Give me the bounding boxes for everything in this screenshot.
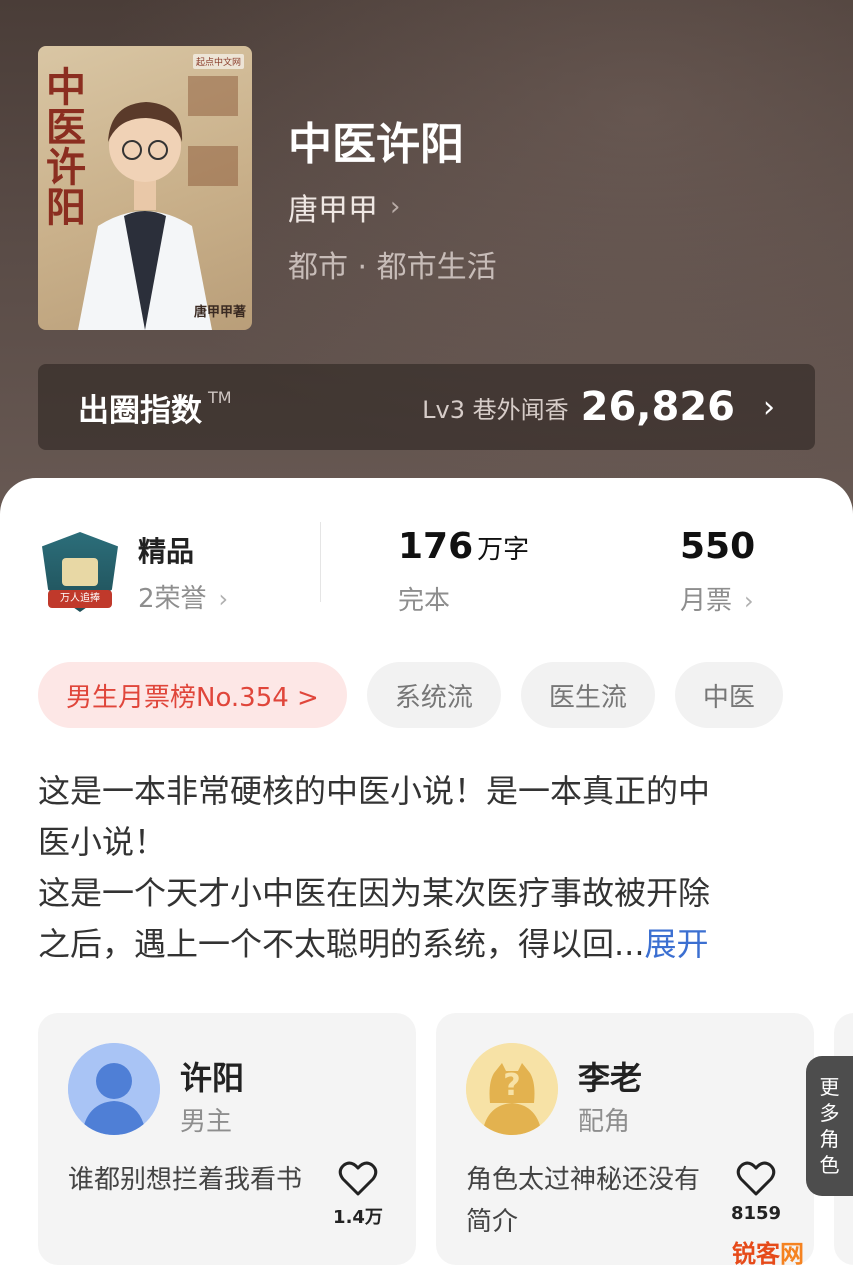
index-score: 26,826 bbox=[580, 384, 735, 430]
genre-text: 都市 · 都市生活 bbox=[288, 250, 497, 285]
person-silhouette-icon bbox=[68, 1043, 160, 1135]
synopsis-line: 这是一本非常硬核的中医小说！是一本真正的中 bbox=[38, 772, 711, 810]
chevron-right-icon: › bbox=[218, 585, 229, 613]
rank-tag[interactable]: 男生月票榜No.354 > bbox=[38, 662, 347, 728]
chevron-right-icon: › bbox=[763, 389, 775, 425]
index-right: Lv3 巷外闻香 26,826 › bbox=[422, 384, 775, 430]
tag-item[interactable]: 医生流 bbox=[520, 662, 655, 728]
more-roles-button[interactable]: 更多角色 bbox=[806, 1056, 853, 1196]
word-count-number: 176 bbox=[398, 526, 474, 567]
chevron-right-icon: › bbox=[744, 587, 754, 615]
book-cover[interactable]: 起点中文网 中医许阳 唐甲甲著 bbox=[38, 46, 252, 330]
character-name: 李老 bbox=[578, 1059, 643, 1097]
trademark-mark: TM bbox=[208, 387, 232, 407]
cover-illustration bbox=[78, 76, 238, 330]
synopsis-line: 医小说！ bbox=[38, 823, 167, 861]
like-button[interactable]: 8159 bbox=[726, 1161, 786, 1224]
like-count: 8159 bbox=[730, 1203, 782, 1224]
index-label: 出圈指数 bbox=[78, 392, 202, 429]
honors-count: 2荣誉 bbox=[138, 584, 207, 614]
like-count: 1.4万 bbox=[333, 1207, 383, 1228]
heart-icon bbox=[338, 1161, 378, 1196]
book-title: 中医许阳 bbox=[288, 119, 464, 170]
character-card[interactable]: 许阳 男主 谁都别想拦着我看书 1.4万 bbox=[38, 1013, 416, 1265]
watermark-part: 锐客 bbox=[732, 1240, 780, 1268]
watermark-logo: 锐客网 bbox=[732, 1234, 804, 1269]
synopsis-line: 之后，遇上一个不太聪明的系统，得以回...展开 bbox=[38, 919, 798, 970]
synopsis-line: 这是一个天才小中医在因为某次医疗事故被开除 bbox=[38, 868, 798, 919]
synopsis-line-text: 之后，遇上一个不太聪明的系统，得以回... bbox=[38, 925, 645, 963]
character-name: 许阳 bbox=[180, 1059, 245, 1097]
chevron-right-icon: › bbox=[390, 192, 401, 222]
synopsis: 这是一本非常硬核的中医小说！是一本真正的中 医小说！ 这是一个天才小中医在因为某… bbox=[38, 766, 798, 970]
character-card[interactable]: ? 李老 配角 角色太过神秘还没有简介 8159 bbox=[436, 1013, 814, 1265]
cover-author-sign: 唐甲甲著 bbox=[193, 305, 246, 320]
author-name: 唐甲甲 bbox=[288, 193, 378, 228]
watermark-part: 网 bbox=[780, 1240, 804, 1268]
like-button[interactable]: 1.4万 bbox=[328, 1161, 388, 1229]
tag-item[interactable]: 中医 bbox=[674, 662, 783, 728]
expand-link[interactable]: 展开 bbox=[645, 925, 709, 963]
author-link[interactable]: 唐甲甲 › bbox=[288, 185, 400, 229]
monthly-tickets-count: 550 bbox=[680, 526, 756, 567]
honor-badge-icon[interactable]: 万人追捧 bbox=[42, 532, 118, 612]
completion-status: 完本 bbox=[398, 586, 451, 616]
synopsis-line-text: 这是一个天才小中医在因为某次医疗事故被开除 bbox=[38, 874, 711, 912]
tag-item[interactable]: 系统流 bbox=[366, 662, 501, 728]
character-description: 角色太过神秘还没有简介 bbox=[466, 1165, 701, 1237]
honors-link[interactable]: 2荣誉 › bbox=[138, 578, 228, 615]
word-count: 176 万字 bbox=[398, 526, 529, 567]
heart-icon bbox=[736, 1161, 776, 1196]
index-level: Lv3 巷外闻香 bbox=[422, 395, 569, 424]
badge-ribbon-text: 万人追捧 bbox=[48, 590, 112, 608]
character-description: 谁都别想拦着我看书 bbox=[68, 1165, 303, 1195]
quality-title: 精品 bbox=[138, 535, 195, 568]
monthly-tickets-link[interactable]: 月票 › bbox=[680, 580, 754, 617]
popularity-index-bar[interactable]: 出圈指数 TM Lv3 巷外闻香 26,826 › bbox=[38, 364, 815, 450]
monthly-tickets-label: 月票 bbox=[680, 586, 733, 616]
character-role: 配角 bbox=[578, 1107, 631, 1137]
stats-divider bbox=[320, 522, 321, 602]
character-role: 男主 bbox=[180, 1107, 233, 1137]
svg-text:?: ? bbox=[503, 1068, 520, 1103]
tag-list: 男生月票榜No.354 > 系统流 医生流 中医 bbox=[38, 662, 803, 728]
word-count-unit: 万字 bbox=[477, 535, 530, 565]
question-mark-icon: ? bbox=[466, 1043, 558, 1135]
